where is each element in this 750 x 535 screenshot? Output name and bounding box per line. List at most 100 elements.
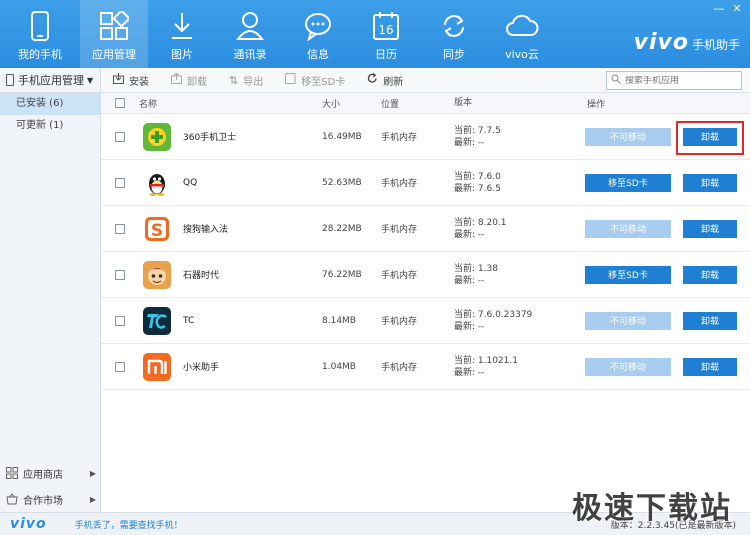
sidebar-item-label: 合作市场 [23,495,63,507]
vivo-logo: vivo [633,30,689,55]
grid-icon [6,467,18,479]
sidebar-item-partner-market[interactable]: 合作市场 ▶ [0,486,100,512]
current-version: 当前: 7.7.5 [454,125,501,136]
sidebar-item-installed[interactable]: 已安装 (6) [0,93,100,115]
nav-contacts[interactable]: 通讯录 [216,0,284,68]
nav-app-management[interactable]: 应用管理 [80,0,148,68]
move-to-sd-button: 不可移动 [585,127,671,146]
table-row[interactable]: 石器时代 76.22MB 手机内存 当前: 1.38 最新: -- 移至SD卡 … [101,252,750,298]
sidebar-item-app-store[interactable]: 应用商店 ▶ [0,460,100,486]
refresh-label: 刷新 [383,76,404,88]
col-version-header: 版本 [454,98,473,108]
search-input[interactable] [625,75,740,86]
refresh-button[interactable]: 刷新 [367,72,404,88]
table-row[interactable]: 360手机卫士 16.49MB 手机内存 当前: 7.7.5 最新: -- 不可… [101,114,750,160]
search-box[interactable] [606,71,742,90]
row-checkbox[interactable] [115,269,125,280]
latest-version: 最新: 7.6.5 [454,183,501,194]
latest-version: 最新: -- [454,367,485,378]
app-size: 28.22MB [322,223,362,234]
latest-version: 最新: -- [454,275,485,286]
brand: vivo 手机助手 [634,30,740,55]
app-name: TC [183,315,195,326]
minimize-button[interactable]: — [710,2,728,16]
nav-calendar[interactable]: 16 日历 [352,0,420,68]
calendar-icon: 16 [368,10,404,42]
latest-version: 最新: -- [454,137,485,148]
nav-label: 同步 [443,48,465,61]
status-vivo-logo: vivo [10,516,47,532]
phone-icon [22,10,58,42]
col-size-header[interactable]: 大小 [322,97,381,110]
basket-icon [6,493,18,505]
nav-vivo-cloud[interactable]: vivo云 [488,0,556,68]
sidebar-header-label: 手机应用管理 [18,74,84,87]
nav-label: 信息 [307,48,329,61]
message-icon [300,10,336,42]
table-row[interactable]: TC 8.14MB 手机内存 当前: 7.6.0.23379 最新: -- 不可… [101,298,750,344]
export-button[interactable]: ⇅ 导出 [229,73,263,88]
row-checkbox[interactable] [115,131,125,142]
nav-my-phone[interactable]: 我的手机 [0,0,80,68]
table-header: 名称 大小 位置 版本 操作 [101,93,750,114]
nav-label: 我的手机 [18,48,62,61]
stone-age-icon [143,260,171,289]
refresh-icon [367,72,378,87]
nav-pictures[interactable]: 图片 [148,0,216,68]
uninstall-button[interactable]: 卸载 [683,265,737,284]
app-size: 52.63MB [322,177,362,188]
tc-icon [143,306,171,335]
caret-right-icon: ▶ [89,468,96,478]
current-version: 当前: 7.6.0.23379 [454,309,533,320]
caret-right-icon: ▶ [89,494,96,504]
app-name: 360手机卫士 [183,133,237,143]
move-to-sd-toolbar-button[interactable]: 移至SD卡 [285,73,345,88]
app-location: 手机内存 [381,271,418,281]
row-checkbox[interactable] [115,361,125,372]
download-image-icon [164,10,200,42]
app-size: 16.49MB [322,131,362,142]
close-button[interactable]: ✕ [728,2,746,16]
table-row[interactable]: S 搜狗输入法 28.22MB 手机内存 当前: 8.20.1 最新: -- 不… [101,206,750,252]
nav-sync[interactable]: 同步 [420,0,488,68]
uninstall-button[interactable]: 卸载 [683,357,737,376]
row-checkbox[interactable] [115,315,125,326]
app-location: 手机内存 [381,179,418,189]
select-all-checkbox[interactable] [115,98,125,108]
uninstall-button[interactable]: 卸载 [683,173,737,192]
move-to-sd-button: 不可移动 [585,357,671,376]
uninstall-button[interactable]: 卸载 [683,219,737,238]
small-phone-icon [6,74,14,86]
install-label: 安装 [129,76,149,88]
uninstall-toolbar-button[interactable]: 卸载 [171,72,207,88]
sidebar-header[interactable]: 手机应用管理 ▼ [0,68,100,93]
uninstall-label: 卸载 [187,76,207,88]
sidebar-item-updatable[interactable]: 可更新 (1) [0,115,100,137]
latest-version: 最新: -- [454,321,485,332]
uninstall-button[interactable]: 卸载 [676,120,744,155]
calendar-date-badge: 16 [378,23,393,37]
uninstall-button[interactable]: 卸载 [683,311,737,330]
install-button[interactable]: 安装 [113,73,149,88]
app-size: 8.14MB [322,315,356,326]
col-name-header[interactable]: 名称 [139,97,322,110]
table-row[interactable]: 小米助手 1.04MB 手机内存 当前: 1.1021.1 最新: -- 不可移… [101,344,750,390]
move-to-sd-button: 不可移动 [585,311,671,330]
apps-icon [96,10,132,42]
row-checkbox[interactable] [115,177,125,188]
nav-label: 通讯录 [233,48,267,61]
move-to-sd-button[interactable]: 移至SD卡 [585,265,671,284]
table-row[interactable]: QQ 52.63MB 手机内存 当前: 7.6.0 最新: 7.6.5 移至SD… [101,160,750,206]
app-name: 搜狗输入法 [183,225,229,235]
move-to-sd-button[interactable]: 移至SD卡 [585,173,671,192]
row-checkbox[interactable] [115,223,125,234]
current-version: 当前: 1.1021.1 [454,355,518,366]
find-phone-link[interactable]: 手机丢了，需要查找手机！ [75,518,183,531]
col-location-header[interactable]: 位置 [381,97,454,110]
app-location: 手机内存 [381,317,418,327]
security-360-icon [143,122,171,151]
nav-messages[interactable]: 信息 [284,0,352,68]
current-version: 当前: 1.38 [454,263,498,274]
move-to-sd-button: 不可移动 [585,219,671,238]
toolbar: 安装 卸载 ⇅ 导出 移至SD卡 刷新 [101,68,750,93]
